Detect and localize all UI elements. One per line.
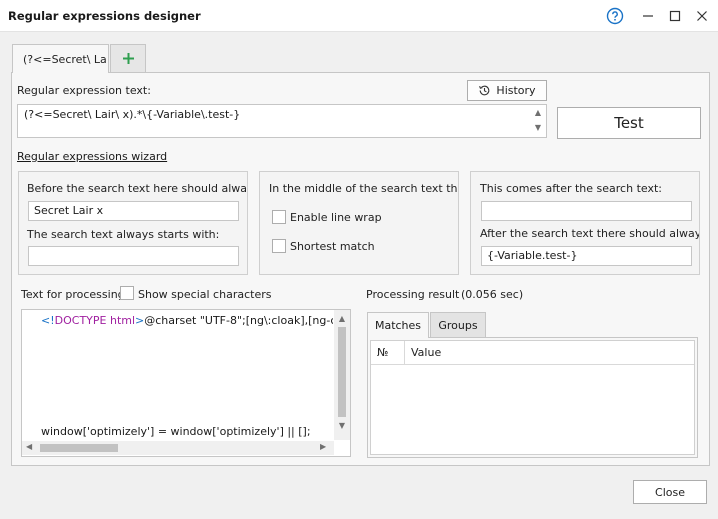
editor-vscroll[interactable]: ▲ ▼ bbox=[334, 310, 350, 440]
scroll-right-icon: ▶ bbox=[320, 442, 327, 451]
scroll-left-icon: ◀ bbox=[26, 442, 33, 451]
shortest-match-checkbox[interactable] bbox=[272, 239, 286, 253]
result-pane: № Value bbox=[367, 337, 698, 458]
editor-hscroll[interactable]: ◀ ▶ bbox=[22, 441, 334, 455]
tab-groups[interactable]: Groups bbox=[430, 312, 486, 338]
hscroll-thumb[interactable] bbox=[40, 444, 118, 452]
after-always-input[interactable]: {-Variable.test-} bbox=[481, 246, 692, 266]
regex-input[interactable]: (?<=Secret\ Lair\ x).*\{-Variable\.test-… bbox=[17, 104, 547, 138]
line-wrap-label: Enable line wrap bbox=[290, 211, 382, 224]
tab-matches-label: Matches bbox=[374, 319, 422, 332]
tag-close: > bbox=[135, 314, 145, 327]
after-input[interactable] bbox=[481, 201, 692, 221]
tab-groups-label: Groups bbox=[438, 319, 478, 332]
close-icon bbox=[697, 11, 707, 21]
tag-open: <! bbox=[41, 314, 55, 327]
special-chars-label: Show special characters bbox=[138, 288, 272, 301]
history-button[interactable]: History bbox=[467, 80, 547, 101]
regex-label: Regular expression text: bbox=[17, 84, 151, 97]
scroll-up-icon: ▲ bbox=[534, 108, 542, 117]
processing-editor[interactable]: <!DOCTYPE html>@charset "UTF-8";[ng\:clo… bbox=[21, 309, 351, 457]
after-always-value: {-Variable.test-} bbox=[487, 249, 578, 262]
vscroll-thumb[interactable] bbox=[338, 327, 346, 417]
help-button[interactable] bbox=[604, 6, 626, 26]
after-group: This comes after the search text: After … bbox=[470, 171, 700, 275]
special-chars-checkbox[interactable] bbox=[120, 286, 134, 300]
plus-icon bbox=[122, 53, 134, 64]
history-label: History bbox=[496, 84, 536, 97]
editor-line-1: <!DOCTYPE html>@charset "UTF-8";[ng\:clo… bbox=[41, 314, 333, 327]
tab-regex-1[interactable]: (?<=Secret\ La bbox=[12, 44, 109, 73]
starts-label: The search text always starts with: bbox=[27, 228, 220, 241]
editor-line-2: window['optimizely'] = window['optimizel… bbox=[41, 425, 311, 438]
before-label: Before the search text here should alway… bbox=[27, 182, 248, 195]
scroll-down-icon: ▼ bbox=[534, 123, 542, 132]
scroll-up-icon: ▲ bbox=[338, 314, 346, 323]
close-label: Close bbox=[655, 485, 685, 499]
shortest-match-label: Shortest match bbox=[290, 240, 375, 253]
middle-group: In the middle of the search text there E… bbox=[259, 171, 459, 275]
regex-value: (?<=Secret\ Lair\ x).*\{-Variable\.test-… bbox=[24, 108, 241, 121]
column-number[interactable]: № bbox=[371, 341, 405, 364]
regex-scrollbar[interactable]: ▲ ▼ bbox=[530, 105, 546, 137]
add-tab-button[interactable] bbox=[110, 44, 146, 72]
help-icon bbox=[606, 7, 624, 25]
window-title: Regular expressions designer bbox=[8, 9, 201, 23]
wizard-link[interactable]: Regular expressions wizard bbox=[17, 150, 167, 163]
tab-matches[interactable]: Matches bbox=[367, 312, 429, 338]
after-label: This comes after the search text: bbox=[480, 182, 662, 195]
starts-input[interactable] bbox=[28, 246, 239, 266]
minimize-icon bbox=[643, 15, 653, 17]
before-input[interactable]: Secret Lair x bbox=[28, 201, 239, 221]
line-1-rest: @charset "UTF-8";[ng\:cloak],[ng-cloak],… bbox=[144, 314, 333, 327]
tab-label: (?<=Secret\ La bbox=[23, 53, 107, 66]
test-label: Test bbox=[614, 114, 644, 132]
history-icon bbox=[479, 85, 490, 96]
column-value[interactable]: Value bbox=[405, 341, 694, 364]
maximize-icon bbox=[669, 10, 681, 22]
before-group: Before the search text here should alway… bbox=[18, 171, 248, 275]
line-wrap-checkbox[interactable] bbox=[272, 210, 286, 224]
maximize-button[interactable] bbox=[664, 6, 686, 26]
grid-header: № Value bbox=[371, 341, 694, 365]
title-bar: Regular expressions designer bbox=[0, 0, 718, 32]
scroll-down-icon: ▼ bbox=[338, 421, 346, 430]
result-time: (0.056 sec) bbox=[461, 288, 524, 301]
after-always-label: After the search text there should alway… bbox=[480, 227, 700, 240]
before-value: Secret Lair x bbox=[34, 204, 104, 217]
result-label: Processing result bbox=[366, 288, 460, 301]
tag-name: DOCTYPE html bbox=[54, 314, 136, 327]
middle-label: In the middle of the search text there bbox=[269, 182, 459, 195]
close-button[interactable]: Close bbox=[633, 480, 707, 504]
close-window-button[interactable] bbox=[691, 6, 713, 26]
results-grid[interactable]: № Value bbox=[370, 340, 695, 455]
test-button[interactable]: Test bbox=[557, 107, 701, 139]
processing-label: Text for processing bbox=[21, 288, 125, 301]
minimize-button[interactable] bbox=[637, 6, 659, 26]
